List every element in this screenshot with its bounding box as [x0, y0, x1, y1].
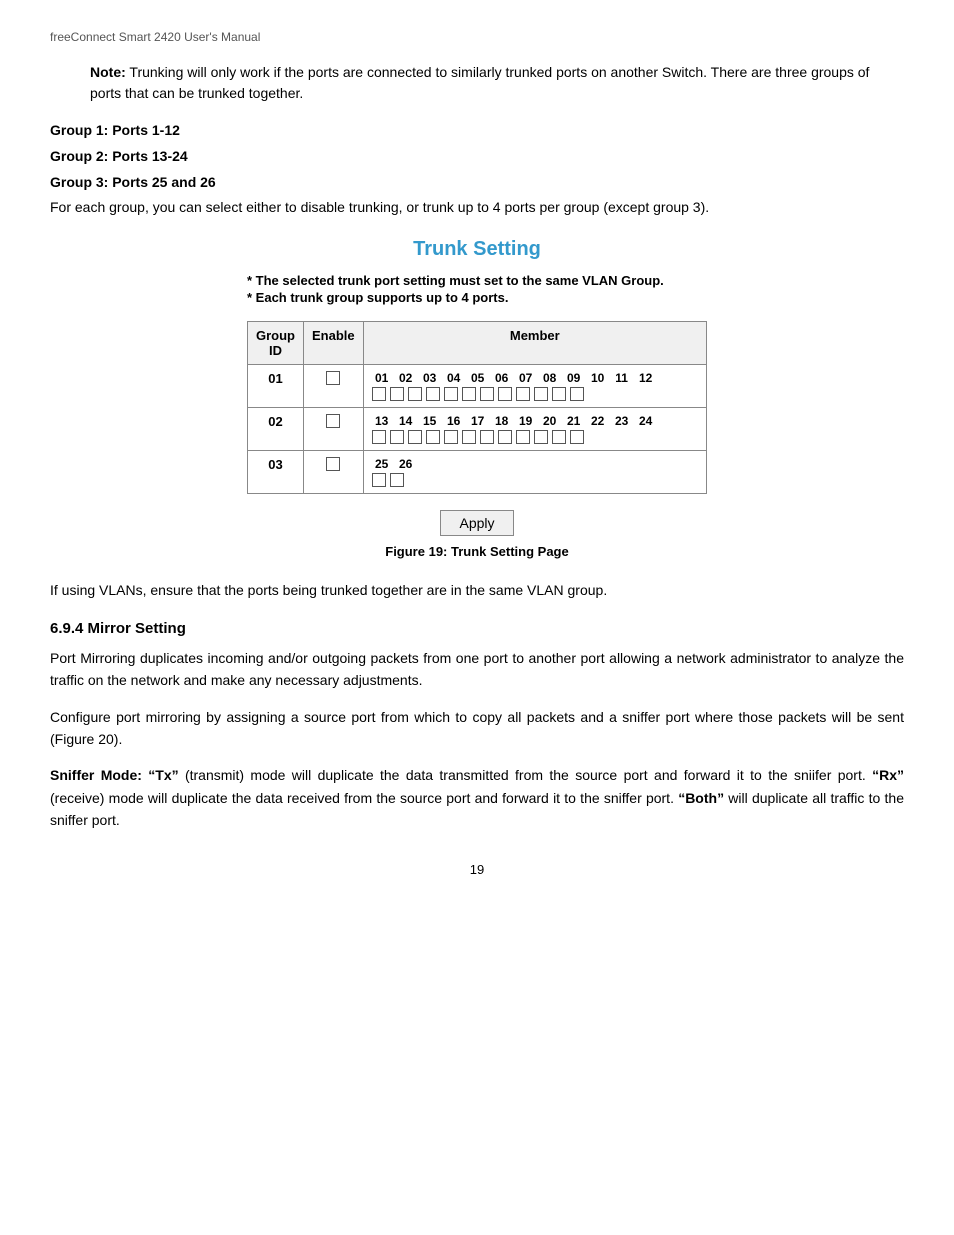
member-cell-2: 13 14 15 16 17 18 19 20 21 22 23 24 — [363, 408, 706, 451]
member-checkbox-g1-p11[interactable] — [552, 387, 566, 401]
port-num-10: 10 — [588, 371, 608, 385]
port-num-19: 19 — [516, 414, 536, 428]
enable-cell-2[interactable] — [304, 408, 364, 451]
member-checkbox-g2-p5[interactable] — [444, 430, 458, 444]
port-num-01: 01 — [372, 371, 392, 385]
both-label: “Both” — [678, 790, 724, 806]
member-checkbox-g2-p6[interactable] — [462, 430, 476, 444]
group-id-2: 02 — [248, 408, 304, 451]
port-num-07: 07 — [516, 371, 536, 385]
member-checkbox-g1-p9[interactable] — [516, 387, 530, 401]
port-num-24: 24 — [636, 414, 656, 428]
trunk-title: Trunk Setting — [413, 238, 541, 261]
group2-heading: Group 2: Ports 13-24 — [50, 148, 904, 164]
port-num-13: 13 — [372, 414, 392, 428]
member-checkbox-g2-p11[interactable] — [552, 430, 566, 444]
member-checkbox-g1-p10[interactable] — [534, 387, 548, 401]
apply-button[interactable]: Apply — [440, 510, 513, 536]
member-checkbox-g2-p7[interactable] — [480, 430, 494, 444]
trunk-table: GroupID Enable Member 010102030405060708… — [247, 321, 707, 494]
member-checkbox-g1-p6[interactable] — [462, 387, 476, 401]
port-num-26: 26 — [396, 457, 416, 471]
col-member: Member — [363, 322, 706, 365]
member-cell-3: 25 26 — [363, 451, 706, 494]
member-checkbox-g2-p12[interactable] — [570, 430, 584, 444]
member-checkbox-g2-p4[interactable] — [426, 430, 440, 444]
port-num-11: 11 — [612, 371, 632, 385]
port-num-03: 03 — [420, 371, 440, 385]
note-block: Note: Trunking will only work if the por… — [90, 62, 904, 104]
enable-checkbox-1[interactable] — [326, 371, 340, 385]
member-checkbox-g3-p1[interactable] — [372, 473, 386, 487]
enable-cell-1[interactable] — [304, 365, 364, 408]
vlan-note: If using VLANs, ensure that the ports be… — [50, 579, 904, 601]
port-num-02: 02 — [396, 371, 416, 385]
section-694-para1: Port Mirroring duplicates incoming and/o… — [50, 647, 904, 692]
member-checkbox-g2-p1[interactable] — [372, 430, 386, 444]
note-text: Trunking will only work if the ports are… — [90, 64, 869, 101]
group-id-3: 03 — [248, 451, 304, 494]
member-checkbox-g2-p9[interactable] — [516, 430, 530, 444]
section-694-para2: Configure port mirroring by assigning a … — [50, 706, 904, 751]
port-num-15: 15 — [420, 414, 440, 428]
note-label: Note: — [90, 64, 126, 80]
rx-text: (receive) mode will duplicate the data r… — [50, 790, 678, 806]
member-checkbox-g1-p2[interactable] — [390, 387, 404, 401]
port-num-25: 25 — [372, 457, 392, 471]
trunk-notes: * The selected trunk port setting must s… — [247, 273, 707, 307]
trunk-section: Trunk Setting * The selected trunk port … — [50, 238, 904, 559]
body-text-1: For each group, you can select either to… — [50, 196, 904, 218]
group3-heading: Group 3: Ports 25 and 26 — [50, 174, 904, 190]
group-id-1: 01 — [248, 365, 304, 408]
trunk-note1: * The selected trunk port setting must s… — [247, 273, 707, 288]
member-checkbox-g2-p10[interactable] — [534, 430, 548, 444]
group1-heading: Group 1: Ports 1-12 — [50, 122, 904, 138]
port-num-06: 06 — [492, 371, 512, 385]
port-num-08: 08 — [540, 371, 560, 385]
member-checkbox-g1-p4[interactable] — [426, 387, 440, 401]
member-checkbox-g2-p3[interactable] — [408, 430, 422, 444]
port-num-21: 21 — [564, 414, 584, 428]
port-num-12: 12 — [636, 371, 656, 385]
member-checkbox-g2-p2[interactable] — [390, 430, 404, 444]
enable-cell-3[interactable] — [304, 451, 364, 494]
member-checkbox-g1-p5[interactable] — [444, 387, 458, 401]
port-num-17: 17 — [468, 414, 488, 428]
sniffer-mode-label: Sniffer Mode: — [50, 767, 148, 783]
tx-text: (transmit) mode will duplicate the data … — [179, 767, 872, 783]
member-checkbox-g1-p12[interactable] — [570, 387, 584, 401]
member-checkbox-g1-p8[interactable] — [498, 387, 512, 401]
section-694-heading: 6.9.4 Mirror Setting — [50, 620, 904, 637]
port-num-05: 05 — [468, 371, 488, 385]
page-header: freeConnect Smart 2420 User's Manual — [50, 30, 904, 44]
enable-checkbox-3[interactable] — [326, 457, 340, 471]
member-checkbox-g2-p8[interactable] — [498, 430, 512, 444]
port-num-20: 20 — [540, 414, 560, 428]
port-num-16: 16 — [444, 414, 464, 428]
enable-checkbox-2[interactable] — [326, 414, 340, 428]
trunk-note2: * Each trunk group supports up to 4 port… — [247, 290, 707, 305]
col-group-id: GroupID — [248, 322, 304, 365]
rx-label: “Rx” — [872, 767, 904, 783]
member-checkbox-g3-p2[interactable] — [390, 473, 404, 487]
figure-caption: Figure 19: Trunk Setting Page — [385, 544, 568, 559]
port-num-18: 18 — [492, 414, 512, 428]
col-enable: Enable — [304, 322, 364, 365]
section-694-para3: Sniffer Mode: “Tx” (transmit) mode will … — [50, 764, 904, 831]
port-num-04: 04 — [444, 371, 464, 385]
member-checkbox-g1-p1[interactable] — [372, 387, 386, 401]
member-checkbox-g1-p3[interactable] — [408, 387, 422, 401]
manual-title: freeConnect Smart 2420 User's Manual — [50, 30, 260, 44]
port-num-09: 09 — [564, 371, 584, 385]
member-checkbox-g1-p7[interactable] — [480, 387, 494, 401]
tx-label: “Tx” — [148, 767, 178, 783]
port-num-14: 14 — [396, 414, 416, 428]
page-number: 19 — [50, 862, 904, 877]
port-num-22: 22 — [588, 414, 608, 428]
member-cell-1: 01 02 03 04 05 06 07 08 09 10 11 12 — [363, 365, 706, 408]
port-num-23: 23 — [612, 414, 632, 428]
